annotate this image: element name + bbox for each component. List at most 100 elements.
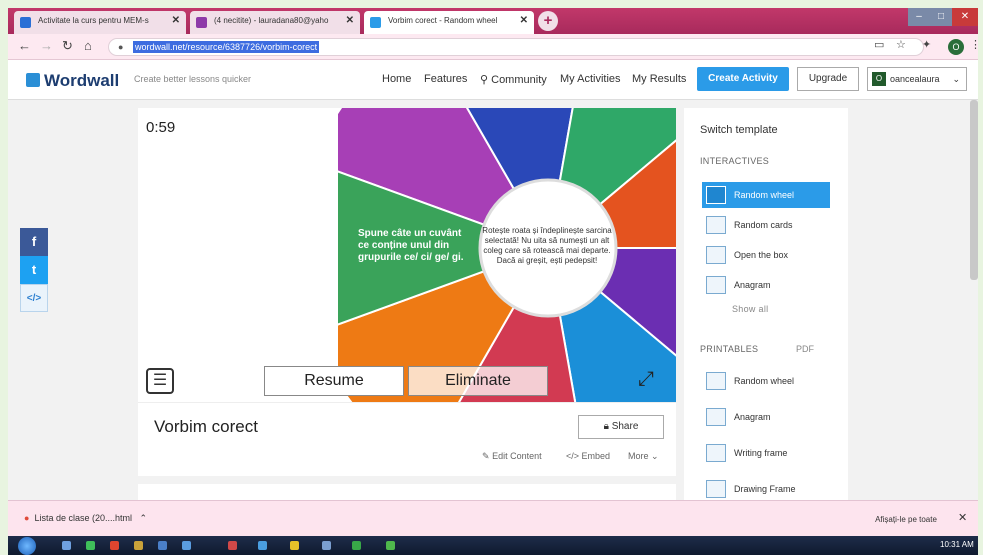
chevron-down-icon: ⌄ [651, 451, 659, 461]
wheel-segment-label-selected: Spune câte un cuvânt ce conține unul din… [358, 228, 464, 263]
star-icon[interactable]: ☆ [896, 38, 906, 51]
embed-code-icon[interactable]: </> [20, 284, 48, 312]
tab-title: (4 necitite) - lauradana80@yaho [214, 16, 329, 25]
tab-title: Activitate la curs pentru MEM-s [38, 16, 149, 25]
code-icon: </> [566, 451, 580, 461]
printable-random-wheel[interactable]: Random wheel [702, 368, 830, 394]
search-icon: ⚲ [480, 74, 489, 86]
template-open-the-box[interactable]: Open the box [702, 242, 830, 268]
taskbar-app-icon[interactable] [258, 541, 267, 550]
nav-my-results[interactable]: My Results [632, 73, 686, 85]
chevron-up-icon: ⌃ [139, 513, 148, 523]
page-scrollbar[interactable] [970, 100, 978, 280]
printable-drawing-frame[interactable]: Drawing Frame [702, 476, 830, 500]
wordwall-logo[interactable]: Wordwall [26, 71, 119, 91]
template-random-wheel[interactable]: Random wheel [702, 182, 830, 208]
activity-title: Vorbim corect [154, 417, 258, 436]
edit-content-link[interactable]: ✎ Edit Content [482, 451, 542, 462]
fullscreen-icon[interactable]: ⤢ [638, 368, 654, 391]
url-text: wordwall.net/resource/6387726/vorbim-cor… [133, 41, 320, 53]
user-menu[interactable]: O oancealaura ⌄ [867, 67, 967, 91]
taskbar-app-icon[interactable] [386, 541, 395, 550]
close-icon[interactable]: ✕ [958, 511, 967, 524]
printable-writing-frame[interactable]: Writing frame [702, 440, 830, 466]
web-page: Wordwall Create better lessons quicker H… [8, 60, 978, 500]
nav-community[interactable]: ⚲ Community [480, 73, 547, 86]
url-field[interactable]: ● wordwall.net/resource/6387726/vorbim-c… [108, 38, 924, 56]
switch-template-panel: Switch template INTERACTIVES Random whee… [684, 108, 848, 500]
show-all-link[interactable]: Show all [732, 304, 768, 314]
timer: 0:59 [146, 119, 176, 136]
maximize-icon[interactable]: □ [930, 8, 952, 26]
mail-icon [196, 17, 207, 28]
browser-menu-icon[interactable]: ⋮ [970, 38, 981, 51]
reload-icon[interactable]: ↻ [62, 38, 73, 54]
anagram-icon [706, 276, 726, 294]
taskbar-app-icon[interactable] [62, 541, 71, 550]
taskbar-app-icon[interactable] [290, 541, 299, 550]
facebook-icon[interactable]: f [20, 228, 48, 256]
browser-tab-1[interactable]: Activitate la curs pentru MEM-s ✕ [14, 11, 186, 34]
chevron-down-icon: ⌄ [952, 74, 960, 84]
activity-info: Vorbim corect 🔒︎ Share ✎ Edit Content </… [138, 402, 676, 476]
tagline: Create better lessons quicker [134, 74, 252, 84]
lock-icon: ● [118, 42, 124, 52]
taskbar-app-icon[interactable] [134, 541, 143, 550]
game-area: 0:59 Rotește roata și îndeplinește sarci… [138, 108, 676, 402]
start-button[interactable] [18, 537, 36, 555]
nav-my-activities[interactable]: My Activities [560, 73, 621, 85]
wordwall-logo-icon [26, 73, 40, 87]
eliminate-button[interactable]: Eliminate [408, 366, 548, 396]
avatar: O [872, 72, 886, 86]
close-icon[interactable]: ✕ [520, 15, 528, 26]
home-icon[interactable]: ⌂ [84, 38, 92, 53]
printable-anagram[interactable]: Anagram [702, 404, 830, 430]
taskbar-app-icon[interactable] [158, 541, 167, 550]
reading-list-icon[interactable]: ▭ [874, 38, 884, 51]
nav-home[interactable]: Home [382, 73, 411, 85]
download-item[interactable]: ● Lista de clase (20....html ⌃ [24, 513, 147, 524]
anagram-icon [706, 408, 726, 426]
cards-icon [706, 216, 726, 234]
embed-link[interactable]: </> Embed [566, 451, 610, 461]
new-tab-button[interactable]: + [538, 11, 558, 31]
browser-tab-strip: Activitate la curs pentru MEM-s ✕ (4 nec… [8, 8, 978, 34]
windows-taskbar: 10:31 AM [8, 536, 978, 555]
template-random-cards[interactable]: Random cards [702, 212, 830, 238]
browser-tab-2[interactable]: (4 necitite) - lauradana80@yaho ✕ [190, 11, 360, 34]
back-arrow-icon[interactable]: ← [18, 38, 31, 53]
taskbar-app-icon[interactable] [182, 541, 191, 550]
browser-tab-3[interactable]: Vorbim corect - Random wheel ✕ [364, 11, 534, 34]
taskbar-app-icon[interactable] [86, 541, 95, 550]
interactives-heading: INTERACTIVES [700, 156, 770, 166]
nav-features[interactable]: Features [424, 73, 467, 85]
share-button[interactable]: 🔒︎ Share [578, 415, 664, 439]
extensions-icon[interactable]: ✦ [922, 38, 931, 51]
template-anagram[interactable]: Anagram [702, 272, 830, 298]
upgrade-button[interactable]: Upgrade [797, 67, 859, 91]
next-card [138, 484, 676, 500]
forward-arrow-icon[interactable]: → [40, 38, 53, 53]
close-icon[interactable]: ✕ [346, 15, 354, 26]
printables-heading: PRINTABLES [700, 344, 759, 354]
show-all-downloads-button[interactable]: Afișați-le pe toate [872, 510, 940, 530]
twitter-icon[interactable]: t [20, 256, 48, 284]
more-link[interactable]: More ⌄ [628, 451, 659, 462]
window-close-icon[interactable]: ✕ [952, 8, 978, 26]
taskbar-app-icon[interactable] [352, 541, 361, 550]
close-icon[interactable]: ✕ [172, 15, 180, 26]
taskbar-app-icon[interactable] [228, 541, 237, 550]
pencil-icon: ✎ [482, 451, 490, 461]
taskbar-chrome-icon[interactable] [110, 541, 119, 550]
taskbar-clock: 10:31 AM [940, 540, 974, 549]
writing-frame-icon [706, 444, 726, 462]
menu-button[interactable]: ☰ [146, 368, 174, 394]
profile-avatar[interactable]: O [948, 39, 964, 55]
minimize-icon[interactable]: – [908, 8, 930, 26]
resume-button[interactable]: Resume [264, 366, 404, 396]
doc-icon [20, 17, 31, 28]
address-bar: ← → ↻ ⌂ ● wordwall.net/resource/6387726/… [8, 34, 981, 60]
taskbar-app-icon[interactable] [322, 541, 331, 550]
create-activity-button[interactable]: Create Activity [697, 67, 789, 91]
wheel-instructions: Rotește roata și îndeplinește sarcina se… [482, 226, 612, 265]
